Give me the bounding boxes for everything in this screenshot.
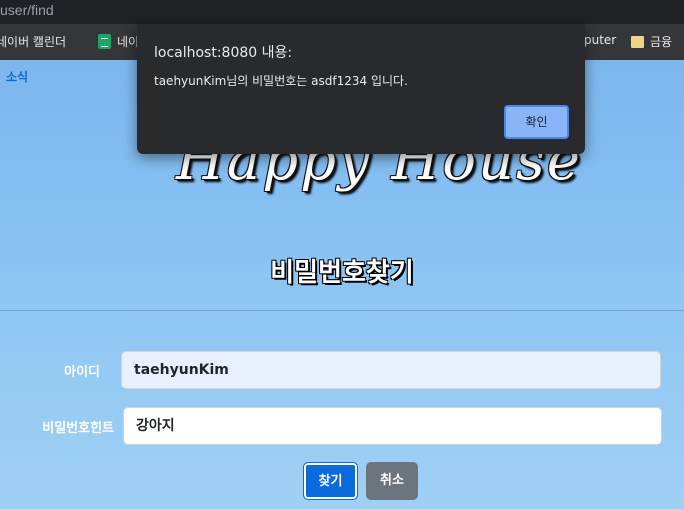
- sheets-icon: [98, 34, 111, 49]
- bookmark-label: 금융: [650, 35, 673, 49]
- bookmark-label: 네이: [117, 35, 140, 49]
- page-title: 비밀번호찾기: [270, 258, 414, 288]
- dialog-message: taehyunKim님의 비밀번호는 asdf1234 입니다.: [154, 74, 408, 88]
- dialog-title: localhost:8080 내용:: [154, 45, 293, 61]
- bookmark-computer[interactable]: puter: [584, 33, 616, 47]
- password-hint-label: 비밀번호힌트: [42, 421, 114, 436]
- divider: [0, 310, 684, 311]
- alert-dialog: localhost:8080 내용: taehyunKim님의 비밀번호는 as…: [137, 24, 585, 154]
- password-hint-field[interactable]: 강아지: [123, 407, 662, 445]
- bookmark-sheet[interactable]: 네이: [98, 33, 139, 50]
- address-bar[interactable]: user/find: [0, 0, 684, 24]
- dialog-ok-button[interactable]: 확인: [504, 105, 569, 139]
- bookmark-label: 네이버 캘린더: [0, 35, 67, 49]
- find-button[interactable]: 찾기: [303, 462, 358, 500]
- nav-news-link[interactable]: 소식: [6, 68, 28, 85]
- bookmark-finance[interactable]: 금융: [631, 33, 672, 50]
- id-field[interactable]: taehyunKim: [121, 351, 661, 389]
- url-text: user/find: [0, 2, 54, 18]
- id-label: 아이디: [64, 365, 100, 380]
- bookmark-calendar[interactable]: 네이버 캘린더: [0, 33, 66, 50]
- folder-icon: [631, 35, 644, 48]
- bookmark-label: puter: [584, 33, 617, 47]
- cancel-button[interactable]: 취소: [366, 462, 418, 500]
